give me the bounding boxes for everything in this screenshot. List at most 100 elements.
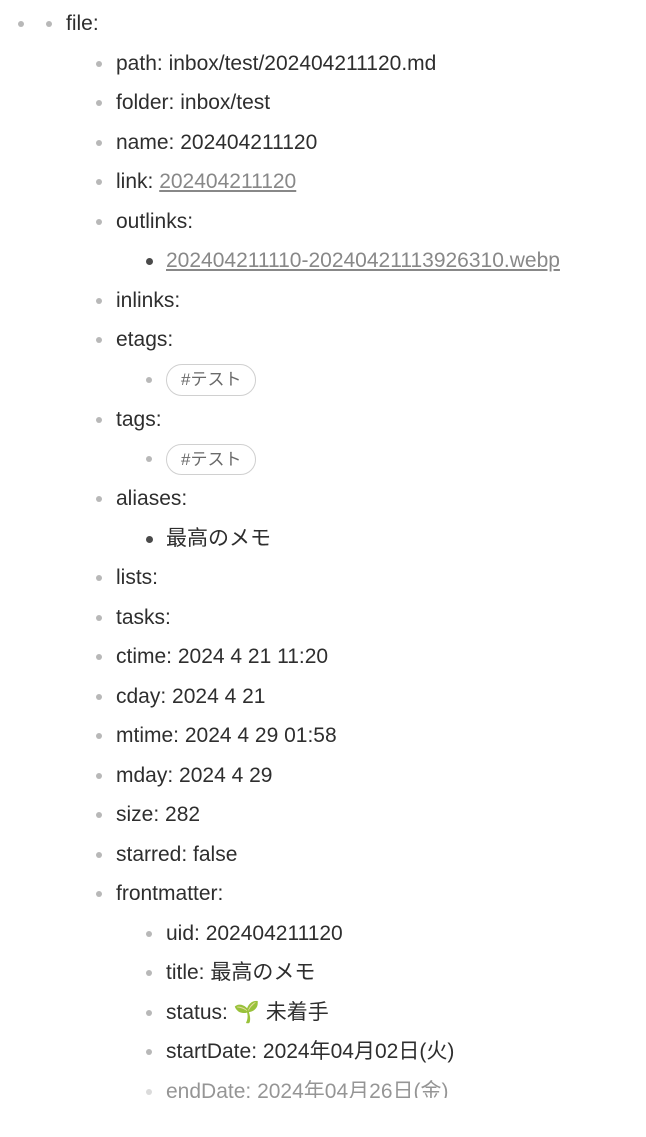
bullet-icon — [146, 1089, 152, 1095]
outlinks-label: outlinks: — [116, 210, 193, 233]
frontmatter-label: frontmatter: — [116, 882, 223, 905]
mday-value: 2024 4 29 — [179, 764, 272, 787]
size-label: size: — [116, 803, 159, 826]
link-label: link: — [116, 170, 153, 193]
tag-pill[interactable]: #テスト — [166, 444, 256, 476]
bullet-icon — [146, 1010, 152, 1016]
mtime-label: mtime: — [116, 724, 179, 747]
fm-title-row: title: 最高のメモ — [138, 957, 636, 989]
cday-value: 2024 4 21 — [172, 685, 265, 708]
file-node: file: path: inbox/test/202404211120.md f… — [38, 8, 636, 1098]
tasks-label: tasks: — [116, 606, 171, 629]
bullet-icon — [96, 812, 102, 818]
fm-uid-value: 202404211120 — [206, 922, 343, 945]
aliases-value: 最高のメモ — [166, 527, 271, 550]
bullet-icon — [96, 694, 102, 700]
etags-label: etags: — [116, 328, 173, 351]
link-row: link: 202404211120 — [88, 166, 636, 198]
fm-enddate-label: endDate: — [166, 1080, 251, 1098]
tasks-row: tasks: — [88, 602, 636, 634]
fm-uid-row: uid: 202404211120 — [138, 918, 636, 950]
bullet-icon — [96, 852, 102, 858]
tag-pill[interactable]: #テスト — [166, 364, 256, 396]
bullet-icon — [96, 219, 102, 225]
aliases-row: aliases: 最高のメモ — [88, 483, 636, 554]
bullet-icon — [96, 298, 102, 304]
starred-value: false — [193, 843, 237, 866]
name-value: 202404211120 — [180, 131, 317, 154]
folder-label: folder: — [116, 91, 174, 114]
fm-enddate-row: endDate: 2024年04月26日(金) — [138, 1076, 636, 1098]
bullet-solid-icon — [146, 258, 153, 265]
bullet-icon — [96, 654, 102, 660]
starred-row: starred: false — [88, 839, 636, 871]
fm-startdate-value: 2024年04月02日(火) — [263, 1040, 454, 1063]
cday-label: cday: — [116, 685, 166, 708]
aliases-item: 最高のメモ — [138, 523, 636, 555]
folder-row: folder: inbox/test — [88, 87, 636, 119]
bullet-icon — [96, 733, 102, 739]
fm-status-row: status: 🌱 未着手 — [138, 997, 636, 1029]
ctime-row: ctime: 2024 4 21 11:20 — [88, 641, 636, 673]
inlinks-label: inlinks: — [116, 289, 180, 312]
name-label: name: — [116, 131, 174, 154]
bullet-solid-icon — [146, 536, 153, 543]
path-value: inbox/test/202404211120.md — [169, 52, 437, 75]
etags-item: #テスト — [138, 364, 636, 396]
lists-label: lists: — [116, 566, 158, 589]
cday-row: cday: 2024 4 21 — [88, 681, 636, 713]
inlinks-row: inlinks: — [88, 285, 636, 317]
bullet-icon — [96, 773, 102, 779]
bullet-icon — [96, 100, 102, 106]
mday-row: mday: 2024 4 29 — [88, 760, 636, 792]
fm-startdate-row: startDate: 2024年04月02日(火) — [138, 1036, 636, 1068]
outer-list: file: path: inbox/test/202404211120.md f… — [10, 8, 636, 1098]
tags-label: tags: — [116, 408, 162, 431]
bullet-icon — [96, 337, 102, 343]
outlinks-row: outlinks: 202404211110-20240421113926310… — [88, 206, 636, 277]
mtime-row: mtime: 2024 4 29 01:58 — [88, 720, 636, 752]
bullet-icon — [96, 179, 102, 185]
tags-item: #テスト — [138, 443, 636, 475]
folder-value: inbox/test — [180, 91, 270, 114]
lists-row: lists: — [88, 562, 636, 594]
file-label: file: — [66, 12, 99, 35]
bullet-icon — [146, 931, 152, 937]
outlinks-item: 202404211110-20240421113926310.webp — [138, 245, 636, 277]
etags-row: etags: #テスト — [88, 324, 636, 396]
bullet-icon — [96, 61, 102, 67]
bullet-icon — [18, 21, 24, 27]
fm-startdate-label: startDate: — [166, 1040, 257, 1063]
bullet-icon — [96, 575, 102, 581]
link-value[interactable]: 202404211120 — [159, 170, 296, 193]
bullet-icon — [146, 377, 152, 383]
bullet-icon — [96, 417, 102, 423]
tags-row: tags: #テスト — [88, 404, 636, 476]
fm-uid-label: uid: — [166, 922, 200, 945]
mday-label: mday: — [116, 764, 173, 787]
bullet-icon — [146, 970, 152, 976]
bullet-icon — [96, 891, 102, 897]
bullet-icon — [146, 456, 152, 462]
aliases-label: aliases: — [116, 487, 187, 510]
ctime-value: 2024 4 21 11:20 — [178, 645, 328, 668]
size-row: size: 282 — [88, 799, 636, 831]
fm-title-label: title: — [166, 961, 205, 984]
outlinks-value[interactable]: 202404211110-20240421113926310.webp — [166, 249, 560, 272]
path-label: path: — [116, 52, 163, 75]
starred-label: starred: — [116, 843, 187, 866]
frontmatter-row: frontmatter: uid: 202404211120 title: 最高… — [88, 878, 636, 1098]
fm-enddate-value: 2024年04月26日(金) — [257, 1080, 448, 1098]
bullet-icon — [46, 21, 52, 27]
name-row: name: 202404211120 — [88, 127, 636, 159]
fm-status-label: status: — [166, 1001, 228, 1024]
bullet-icon — [146, 1049, 152, 1055]
bullet-icon — [96, 615, 102, 621]
fm-status-value: 🌱 未着手 — [234, 1001, 329, 1024]
bullet-icon — [96, 496, 102, 502]
outer-item: file: path: inbox/test/202404211120.md f… — [10, 8, 636, 1098]
size-value: 282 — [165, 803, 200, 826]
fm-title-value: 最高のメモ — [210, 961, 315, 984]
path-row: path: inbox/test/202404211120.md — [88, 48, 636, 80]
mtime-value: 2024 4 29 01:58 — [185, 724, 337, 747]
